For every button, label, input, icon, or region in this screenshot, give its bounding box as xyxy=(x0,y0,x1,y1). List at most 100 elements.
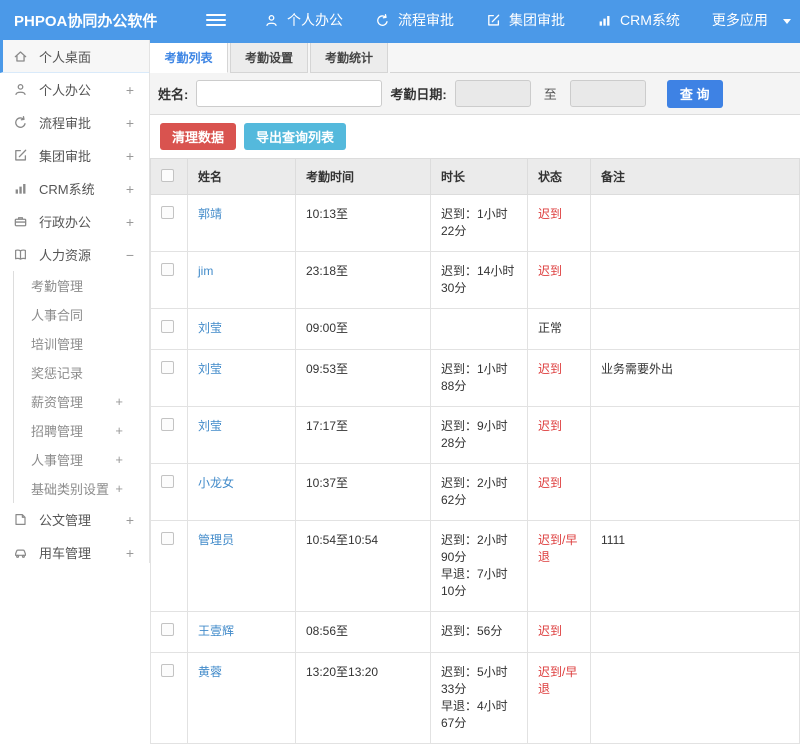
cell-status: 迟到/早退 xyxy=(528,653,591,744)
person-icon xyxy=(13,82,30,97)
sidebar-item-1[interactable]: 个人桌面 xyxy=(0,40,149,73)
search-button[interactable]: 查 询 xyxy=(667,80,723,108)
expand-toggle-icon[interactable]: + xyxy=(115,394,123,409)
table-row: 王壹辉08:56至迟到：56分迟到 xyxy=(151,612,800,653)
table-row: 黄蓉13:20至13:20迟到：5小时33分早退：4小时67分迟到/早退 xyxy=(151,653,800,744)
submenu-item-8[interactable]: 基础类别设置 + xyxy=(14,474,149,503)
cell-duration xyxy=(431,309,528,350)
tab-3[interactable]: 考勤统计 xyxy=(310,43,388,73)
menu-toggle-icon[interactable] xyxy=(206,11,226,29)
nav-item-1[interactable]: 个人办公 xyxy=(264,10,343,30)
row-checkbox[interactable] xyxy=(161,206,174,219)
cell-name: 小龙女 xyxy=(188,464,296,521)
col-status: 状态 xyxy=(528,159,591,195)
employee-name-link[interactable]: 郭靖 xyxy=(198,207,222,221)
sidebar-bottom-item-2[interactable]: 用车管理+ xyxy=(0,536,149,563)
select-all-checkbox[interactable] xyxy=(161,169,174,182)
nav-item-label: CRM系统 xyxy=(620,10,680,30)
sidebar-bottom-item-1[interactable]: 公文管理+ xyxy=(0,503,149,536)
row-checkbox-cell xyxy=(151,350,188,407)
cell-time: 08:56至 xyxy=(296,612,431,653)
row-checkbox-cell xyxy=(151,407,188,464)
submenu-item-5[interactable]: 薪资管理+ xyxy=(14,387,149,416)
row-checkbox[interactable] xyxy=(161,418,174,431)
employee-name-link[interactable]: 刘莹 xyxy=(198,419,222,433)
cell-note xyxy=(591,195,800,252)
sidebar-item-3[interactable]: 流程审批+ xyxy=(0,106,149,139)
employee-name-link[interactable]: 管理员 xyxy=(198,533,234,547)
expand-toggle-icon[interactable]: + xyxy=(126,115,134,131)
filter-bar: 姓名: 考勤日期: 至 查 询 xyxy=(150,73,800,115)
sidebar-item-2[interactable]: 个人办公+ xyxy=(0,73,149,106)
cell-duration: 迟到：14小时30分 xyxy=(431,252,528,309)
submenu-item-label: 考勤管理 xyxy=(31,276,83,295)
app-title: PHPOA协同办公软件 xyxy=(0,10,192,31)
row-checkbox-cell xyxy=(151,464,188,521)
briefcase-icon xyxy=(13,214,30,229)
top-nav: 个人办公 流程审批 集团审批 CRM系统 更多应用 xyxy=(232,10,791,30)
employee-name-link[interactable]: 刘莹 xyxy=(198,321,222,335)
submenu-item-7[interactable]: 人事管理+ xyxy=(14,445,149,474)
row-checkbox[interactable] xyxy=(161,320,174,333)
duration-line: 迟到：9小时28分 xyxy=(441,418,517,452)
row-checkbox-cell xyxy=(151,309,188,350)
cell-time: 10:54至10:54 xyxy=(296,521,431,612)
expand-toggle-icon[interactable]: − xyxy=(126,247,134,263)
top-header: PHPOA协同办公软件 个人办公 流程审批 集团审批 CRM系统 更多应用 xyxy=(0,0,800,40)
tab-1[interactable]: 考勤列表 xyxy=(150,43,228,73)
clean-data-button[interactable]: 清理数据 xyxy=(160,123,236,150)
expand-toggle-icon[interactable]: + xyxy=(115,452,123,467)
sidebar-item-7[interactable]: 人力资源− xyxy=(0,238,149,271)
row-checkbox[interactable] xyxy=(161,532,174,545)
duration-line: 迟到：5小时33分 xyxy=(441,664,517,698)
row-checkbox-cell xyxy=(151,612,188,653)
cell-name: 郭靖 xyxy=(188,195,296,252)
row-checkbox[interactable] xyxy=(161,263,174,276)
employee-name-link[interactable]: 王壹辉 xyxy=(198,624,234,638)
nav-item-4[interactable]: CRM系统 xyxy=(597,10,680,30)
row-checkbox[interactable] xyxy=(161,361,174,374)
expand-toggle-icon[interactable]: + xyxy=(126,82,134,98)
expand-toggle-icon[interactable]: + xyxy=(126,148,134,164)
employee-name-link[interactable]: 刘莹 xyxy=(198,362,222,376)
expand-toggle-icon[interactable]: + xyxy=(115,423,123,438)
expand-toggle-icon[interactable]: + xyxy=(126,545,134,561)
tab-2[interactable]: 考勤设置 xyxy=(230,43,308,73)
nav-item-2[interactable]: 流程审批 xyxy=(375,10,454,30)
cell-note: 1111 xyxy=(591,521,800,612)
submenu-item-label: 基础类别设置 xyxy=(31,479,109,498)
col-note: 备注 xyxy=(591,159,800,195)
expand-toggle-icon[interactable]: + xyxy=(126,214,134,230)
submenu-item-3[interactable]: 培训管理 xyxy=(14,329,149,358)
sidebar-item-6[interactable]: 行政办公+ xyxy=(0,205,149,238)
submenu-item-4[interactable]: 奖惩记录 xyxy=(14,358,149,387)
employee-name-link[interactable]: jim xyxy=(198,264,213,278)
submenu-item-1[interactable]: 考勤管理 xyxy=(14,271,149,300)
expand-toggle-icon[interactable]: + xyxy=(126,512,134,528)
submenu-item-2[interactable]: 人事合同 xyxy=(14,300,149,329)
employee-name-link[interactable]: 小龙女 xyxy=(198,476,234,490)
sidebar-item-4[interactable]: 集团审批+ xyxy=(0,139,149,172)
cell-time: 17:17至 xyxy=(296,407,431,464)
name-input[interactable] xyxy=(196,80,382,107)
submenu-item-6[interactable]: 招聘管理 + xyxy=(14,416,149,445)
date-to-input[interactable] xyxy=(570,80,646,107)
row-checkbox[interactable] xyxy=(161,664,174,677)
employee-name-link[interactable]: 黄蓉 xyxy=(198,665,222,679)
expand-toggle-icon[interactable]: + xyxy=(115,481,123,496)
row-checkbox-cell xyxy=(151,521,188,612)
cell-time: 10:37至 xyxy=(296,464,431,521)
attendance-table: 姓名 考勤时间 时长 状态 备注 郭靖10:13至迟到：1小时22分迟到jim2… xyxy=(150,158,800,744)
date-from-input[interactable] xyxy=(455,80,531,107)
row-checkbox[interactable] xyxy=(161,623,174,636)
duration-line: 迟到：2小时90分 xyxy=(441,532,517,566)
expand-toggle-icon[interactable]: + xyxy=(126,181,134,197)
row-checkbox[interactable] xyxy=(161,475,174,488)
table-row: 刘莹17:17至迟到：9小时28分迟到 xyxy=(151,407,800,464)
export-list-button[interactable]: 导出查询列表 xyxy=(244,123,346,150)
duration-line: 早退：7小时10分 xyxy=(441,566,517,600)
nav-item-5[interactable]: 更多应用 xyxy=(712,10,791,30)
sidebar-item-5[interactable]: CRM系统+ xyxy=(0,172,149,205)
submenu-item-label: 招聘管理 xyxy=(31,421,83,440)
nav-item-3[interactable]: 集团审批 xyxy=(486,10,565,30)
